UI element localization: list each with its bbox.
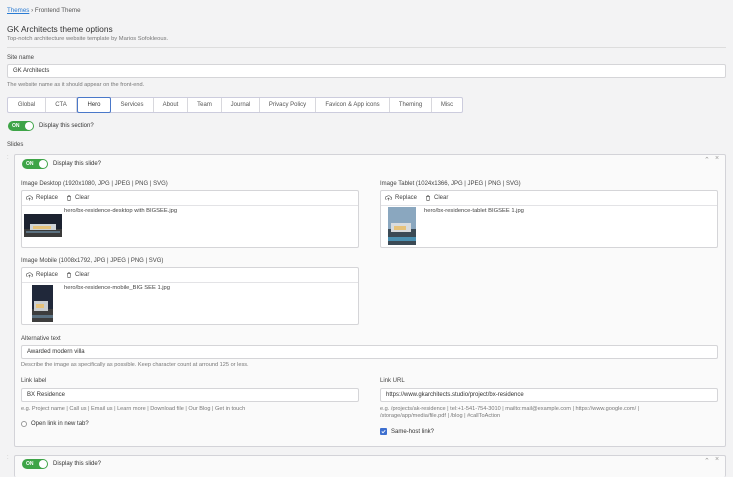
page-title: GK Architects theme options (7, 24, 113, 34)
alt-text-input[interactable]: Awarded modern villa (21, 345, 718, 359)
link-url-label: Link URL (380, 378, 405, 384)
mobile-thumbnail (32, 285, 53, 322)
breadcrumb-themes-link[interactable]: Themes (7, 7, 29, 14)
image-mobile-filename: hero/bx-residence-mobile_BIG SEE 1.jpg (64, 285, 171, 291)
image-desktop-label: Image Desktop (1920x1080, JPG | JPEG | P… (21, 181, 168, 187)
tab-misc[interactable]: Misc (432, 98, 462, 112)
breadcrumb-separator: › (31, 7, 34, 14)
same-host-label: Same-host link? (391, 428, 435, 435)
image-mobile-label: Image Mobile (1008x1792, JPG | JPEG | PN… (21, 258, 164, 264)
breadcrumb: Themes › Frontend Theme (7, 7, 81, 14)
tab-team[interactable]: Team (188, 98, 222, 112)
slide-toggle[interactable]: ON Display this slide? (22, 159, 101, 169)
link-url-hint-line2: /storage/app/media/file.pdf | /blog | #c… (380, 413, 501, 419)
same-host-option[interactable]: Same-host link? (380, 428, 434, 435)
tab-journal[interactable]: Journal (222, 98, 260, 112)
alt-text-hint: Describe the image as specifically as po… (21, 362, 249, 368)
same-host-checkbox[interactable] (380, 428, 387, 435)
clear-button[interactable]: Clear (425, 195, 448, 201)
tab-services[interactable]: Services (111, 98, 154, 112)
alt-text-label: Alternative text (21, 336, 61, 342)
image-tablet-filename: hero/bx-residence-tablet BIGSEE 1.jpg (424, 208, 524, 214)
slide-toggle-switch[interactable]: ON (22, 159, 48, 169)
site-name-label: Site name (7, 55, 35, 61)
slide-toggle-label: Display this slide? (53, 461, 102, 467)
tablet-thumbnail (388, 207, 416, 245)
tab-about[interactable]: About (154, 98, 188, 112)
tab-privacy-policy[interactable]: Privacy Policy (260, 98, 316, 112)
tab-cta[interactable]: CTA (46, 98, 77, 112)
page-subtitle: Top-notch architecture website template … (7, 36, 169, 42)
trash-icon (67, 272, 72, 278)
new-tab-checkbox[interactable] (21, 421, 27, 427)
close-icon[interactable]: × (715, 155, 719, 162)
breadcrumb-current: Frontend Theme (34, 7, 81, 14)
link-url-input[interactable]: https://www.gkarchitects.studio/project/… (380, 388, 718, 402)
replace-button[interactable]: Replace (26, 195, 58, 201)
replace-button[interactable]: Replace (26, 272, 58, 278)
tab-global[interactable]: Global (8, 98, 46, 112)
trash-icon (67, 195, 72, 201)
slide-toggle-switch[interactable]: ON (22, 459, 48, 469)
upload-icon (26, 272, 33, 278)
clear-button[interactable]: Clear (66, 195, 89, 201)
link-label-hint: e.g. Project name | Call us | Email us |… (21, 406, 246, 412)
link-label-label: Link label (21, 378, 47, 384)
slides-label: Slides (7, 142, 24, 148)
slide-toggle[interactable]: ON Display this slide? (22, 459, 101, 469)
tab-favicon-app-icons[interactable]: Favicon & App icons (316, 98, 390, 112)
section-toggle[interactable]: ON Display this section? (8, 121, 94, 131)
trash-icon (426, 195, 431, 201)
options-tabs: Global CTA Hero Services About Team Jour… (7, 97, 463, 113)
checkmark-icon (381, 429, 386, 434)
link-url-hint-line1: e.g. /projects/ak-residence | tel:+1-541… (380, 406, 640, 412)
image-desktop-filename: hero/bx-residence-desktop with BIGSEE.jp… (64, 208, 178, 214)
header-divider (7, 47, 726, 48)
slide-panel (14, 455, 726, 477)
site-name-input[interactable]: GK Architects (7, 64, 726, 78)
upload-icon (26, 195, 33, 201)
replace-button[interactable]: Replace (385, 195, 417, 201)
tab-hero[interactable]: Hero (77, 97, 111, 113)
clear-button[interactable]: Clear (66, 272, 89, 278)
image-desktop-uploader: Replace Clear (21, 190, 359, 248)
section-toggle-label: Display this section? (39, 123, 94, 129)
image-mobile-uploader: Replace Clear (21, 267, 359, 325)
image-tablet-label: Image Tablet (1024x1366, JPG | JPEG | PN… (380, 181, 521, 187)
upload-icon (385, 195, 392, 201)
close-icon[interactable]: × (715, 456, 719, 463)
desktop-thumbnail (24, 214, 62, 237)
tab-theming[interactable]: Theming (390, 98, 432, 112)
collapse-icon[interactable]: ⌃ (704, 156, 710, 164)
site-name-hint: The website name as it should appear on … (7, 82, 145, 88)
drag-handle-icon[interactable]: · · (7, 454, 9, 462)
slide-toggle-label: Display this slide? (53, 161, 102, 167)
image-tablet-uploader: Replace Clear (380, 190, 718, 248)
drag-handle-icon[interactable]: · · (7, 154, 9, 162)
collapse-icon[interactable]: ⌃ (704, 457, 710, 465)
link-label-input[interactable]: BX Residence (21, 388, 359, 402)
section-toggle-switch[interactable]: ON (8, 121, 34, 131)
new-tab-option[interactable]: Open link in new tab? (21, 421, 89, 427)
new-tab-label: Open link in new tab? (31, 421, 89, 427)
